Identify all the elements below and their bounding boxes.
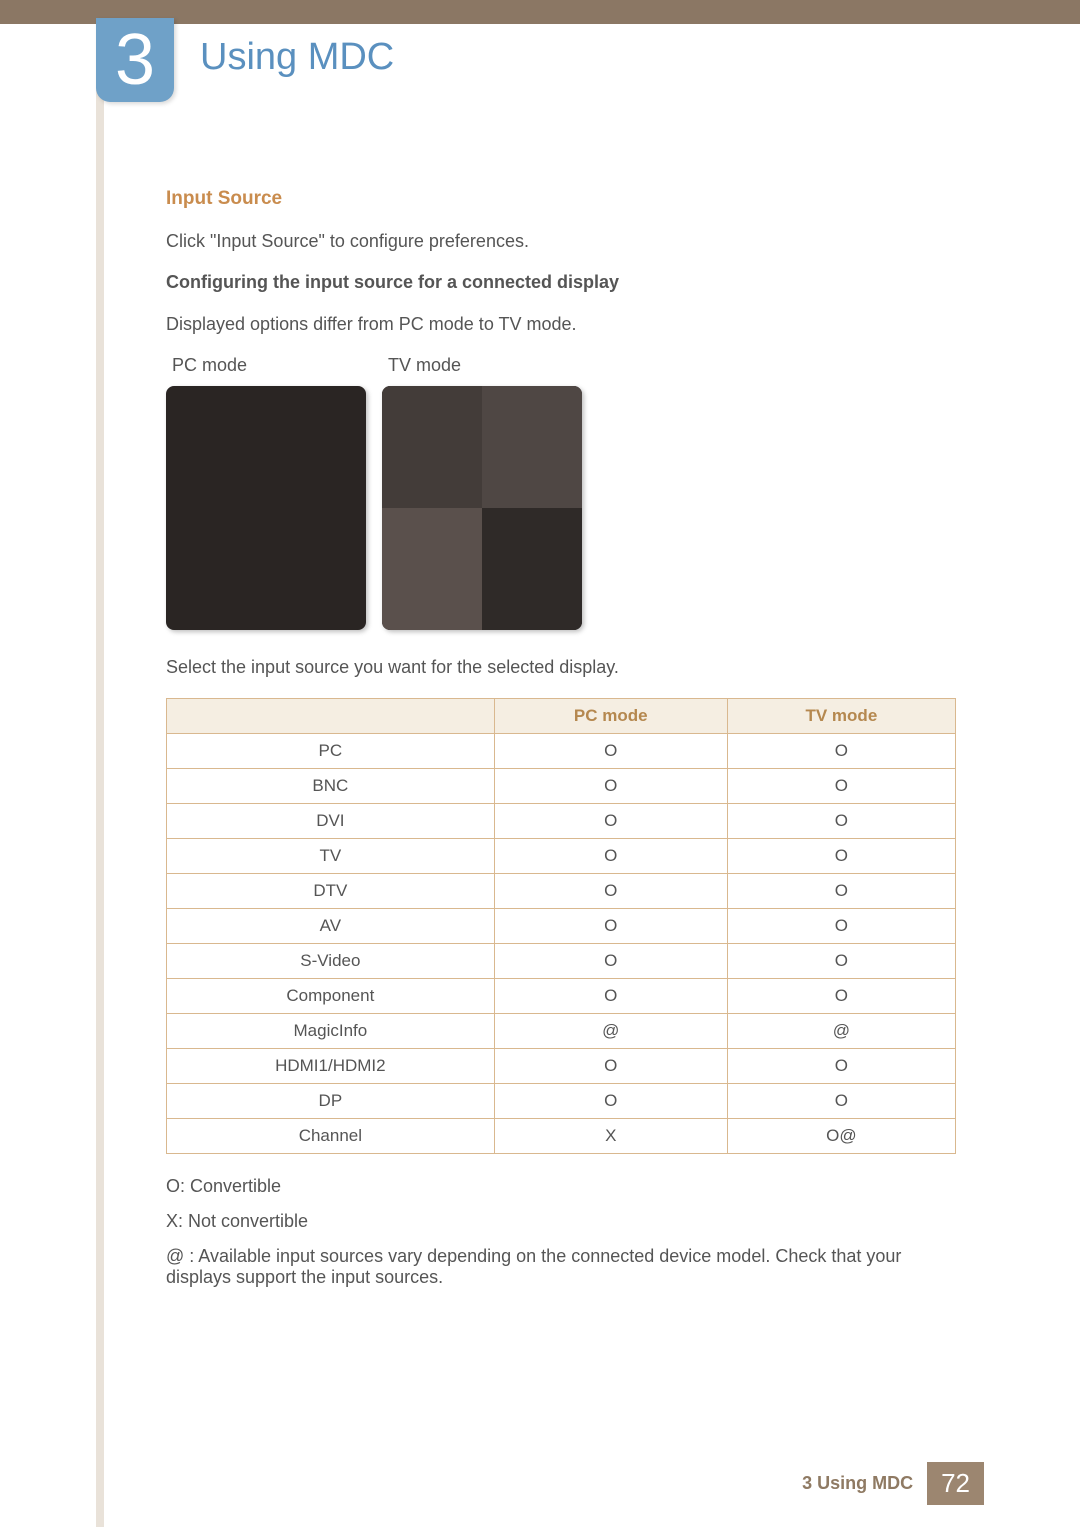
table-cell: DVI: [167, 804, 495, 839]
input-source-table: PC mode TV mode PCOOBNCOODVIOOTVOODTVOOA…: [166, 698, 956, 1154]
table-cell: O@: [727, 1119, 955, 1154]
table-cell: O: [727, 734, 955, 769]
table-cell: O: [727, 909, 955, 944]
tv-mode-column: TV mode: [382, 355, 582, 630]
table-cell: BNC: [167, 769, 495, 804]
mode-screenshots-row: PC mode TV mode: [166, 355, 956, 630]
table-header-pc: PC mode: [494, 699, 727, 734]
table-cell: O: [494, 804, 727, 839]
table-cell: Component: [167, 979, 495, 1014]
table-cell: AV: [167, 909, 495, 944]
left-rail: [96, 24, 104, 1527]
table-cell: O: [727, 979, 955, 1014]
table-cell: O: [494, 944, 727, 979]
page-content: Input Source Click "Input Source" to con…: [166, 188, 956, 1302]
table-cell: O: [494, 734, 727, 769]
table-row: DPOO: [167, 1084, 956, 1119]
section-paragraph: Click "Input Source" to configure prefer…: [166, 228, 956, 254]
table-cell: HDMI1/HDMI2: [167, 1049, 495, 1084]
table-cell: MagicInfo: [167, 1014, 495, 1049]
table-cell: O: [727, 1084, 955, 1119]
table-cell: TV: [167, 839, 495, 874]
table-header-row: PC mode TV mode: [167, 699, 956, 734]
table-cell: PC: [167, 734, 495, 769]
table-row: TVOO: [167, 839, 956, 874]
table-cell: S-Video: [167, 944, 495, 979]
table-cell: O: [494, 909, 727, 944]
table-row: DTVOO: [167, 874, 956, 909]
table-cell: @: [727, 1014, 955, 1049]
section-paragraph: Displayed options differ from PC mode to…: [166, 311, 956, 337]
tv-mode-label: TV mode: [388, 355, 582, 376]
table-cell: O: [494, 1049, 727, 1084]
table-row: BNCOO: [167, 769, 956, 804]
legend-at: @ : Available input sources vary dependi…: [166, 1246, 956, 1288]
legend-o: O: Convertible: [166, 1176, 956, 1197]
legend-x: X: Not convertible: [166, 1211, 956, 1232]
pc-mode-screenshot: [166, 386, 366, 630]
table-cell: O: [727, 804, 955, 839]
table-row: HDMI1/HDMI2OO: [167, 1049, 956, 1084]
page-footer: 3 Using MDC 72: [802, 1462, 984, 1505]
footer-chapter-label: 3 Using MDC: [802, 1462, 927, 1505]
table-cell: O: [494, 839, 727, 874]
table-row: MagicInfo@@: [167, 1014, 956, 1049]
table-header-tv: TV mode: [727, 699, 955, 734]
pc-mode-label: PC mode: [172, 355, 366, 376]
table-row: ComponentOO: [167, 979, 956, 1014]
table-row: AVOO: [167, 909, 956, 944]
pc-mode-column: PC mode: [166, 355, 366, 630]
chapter-title: Using MDC: [200, 36, 394, 79]
table-row: DVIOO: [167, 804, 956, 839]
table-row: S-VideoOO: [167, 944, 956, 979]
table-cell: Channel: [167, 1119, 495, 1154]
section-subheading: Configuring the input source for a conne…: [166, 272, 956, 293]
table-cell: O: [727, 769, 955, 804]
chapter-number-badge: 3: [96, 18, 174, 102]
table-header-blank: [167, 699, 495, 734]
table-cell: DTV: [167, 874, 495, 909]
tv-mode-screenshot: [382, 386, 582, 630]
table-cell: @: [494, 1014, 727, 1049]
table-cell: O: [494, 769, 727, 804]
section-paragraph: Select the input source you want for the…: [166, 654, 956, 680]
table-row: ChannelXO@: [167, 1119, 956, 1154]
table-cell: O: [494, 1084, 727, 1119]
table-cell: O: [727, 839, 955, 874]
table-cell: X: [494, 1119, 727, 1154]
table-cell: O: [494, 979, 727, 1014]
section-heading: Input Source: [166, 188, 956, 210]
table-cell: O: [494, 874, 727, 909]
table-cell: DP: [167, 1084, 495, 1119]
table-cell: O: [727, 944, 955, 979]
table-cell: O: [727, 874, 955, 909]
table-row: PCOO: [167, 734, 956, 769]
table-cell: O: [727, 1049, 955, 1084]
footer-page-number: 72: [927, 1462, 984, 1505]
tv-mode-grid: [382, 386, 582, 630]
